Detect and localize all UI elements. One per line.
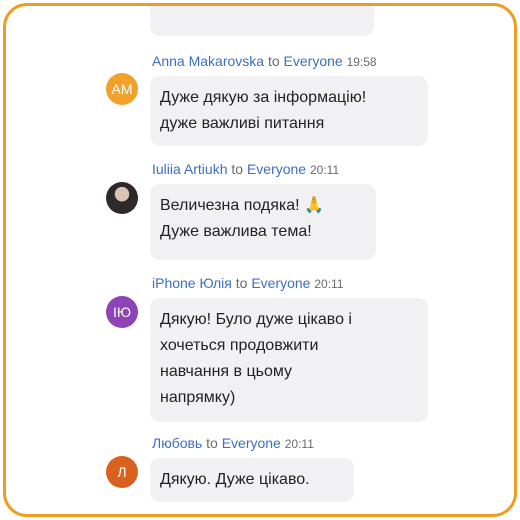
previous-message-bubble [150,6,374,36]
message-header: iPhone Юлія to Everyone 20:11 [152,274,344,293]
avatar-yu: ІЮ [106,296,138,328]
profile-photo-avatar [106,182,138,214]
recipient-name[interactable]: Everyone [247,161,306,177]
message-line: Дякую. Дуже цікаво. [160,471,310,488]
sender-name[interactable]: Любовь [152,435,202,451]
sender-name[interactable]: Iuliia Artiukh [152,161,227,177]
to-label: to [267,53,280,69]
message-header: Iuliia Artiukh to Everyone 20:11 [152,160,339,179]
message-time: 20:11 [284,437,314,451]
message-header: Anna Makarovska to Everyone 19:58 [152,52,377,71]
message-time: 20:11 [310,163,340,177]
message-bubble: Дякую! Було дуже цікаво і хочеться продо… [150,298,428,422]
message-line: Дякую! Було дуже цікаво і [160,311,352,328]
message-bubble: Величезна подяка! 🙏 Дуже важлива тема! [150,184,376,260]
sender-name[interactable]: iPhone Юлія [152,275,232,291]
avatar-am: AM [106,73,138,105]
recipient-name[interactable]: Everyone [222,435,281,451]
screenshot-frame: Anna Makarovska to Everyone 19:58 AM Дуж… [3,3,517,517]
message-line: Дуже важлива тема! [160,223,312,240]
message-line: Дуже дякую за інформацію! [160,89,367,106]
folded-hands-icon: 🙏 [304,197,324,214]
to-label: to [235,275,248,291]
avatar-initials: Л [117,464,127,480]
message-line: напрямку) [160,389,236,406]
message-bubble: Дуже дякую за інформацію! дуже важливі п… [150,76,428,146]
avatar-initials: AM [111,81,133,97]
message-line: хочеться продовжити [160,337,319,354]
message-line: навчання в цьому [160,363,293,380]
chat-panel[interactable]: Anna Makarovska to Everyone 19:58 AM Дуж… [102,6,430,514]
to-label: to [231,161,244,177]
message-line: дуже важливі питання [160,115,325,132]
recipient-name[interactable]: Everyone [251,275,310,291]
avatar-initials: ІЮ [112,304,132,320]
message-header: Любовь to Everyone 20:11 [152,434,314,453]
message-time: 19:58 [346,55,377,69]
avatar-l: Л [106,456,138,488]
message-line: Величезна подяка! 🙏 [160,193,366,219]
recipient-name[interactable]: Everyone [284,53,343,69]
message-text: Величезна подяка! [160,197,300,214]
to-label: to [206,435,218,451]
message-time: 20:11 [314,277,344,291]
sender-name[interactable]: Anna Makarovska [152,53,264,69]
message-bubble: Дякую. Дуже цікаво. [150,458,354,502]
